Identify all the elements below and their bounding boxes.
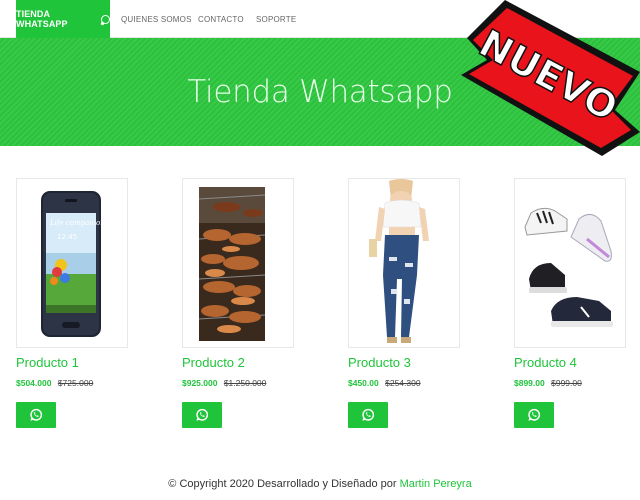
product-price: $899.00 (514, 378, 545, 388)
whatsapp-order-button[interactable] (348, 402, 388, 428)
nav-link-soporte[interactable]: SOPORTE (256, 0, 296, 38)
phone-screen-time: 12:45 (57, 233, 77, 241)
product-old-price: $1.250.000 (223, 378, 267, 388)
nav-brand-label: TIENDA WHATSAPP (16, 9, 68, 29)
product-title[interactable]: Producto 4 (514, 355, 626, 373)
product-image-phone[interactable]: Life companion 12:45 (16, 178, 128, 348)
product-card[interactable]: Life companion 12:45 Producto 1 $504.000… (16, 178, 128, 428)
product-card[interactable]: Producto 3 $450.00 $254.300 (348, 178, 460, 428)
footer: © Copyright 2020 Desarrollado y Diseñado… (0, 478, 640, 490)
product-image-sneakers[interactable] (514, 178, 626, 348)
price-row: $925.000 $1.250.000 (182, 378, 294, 390)
whatsapp-icon (101, 14, 110, 24)
product-image-asado[interactable] (182, 178, 294, 348)
nav-brand[interactable]: TIENDA WHATSAPP (16, 0, 110, 38)
phone-screen-tagline: Life companion (49, 219, 105, 227)
whatsapp-order-button[interactable] (182, 402, 222, 428)
whatsapp-icon (196, 408, 209, 421)
whatsapp-order-button[interactable] (514, 402, 554, 428)
product-title[interactable]: Producto 1 (16, 355, 128, 373)
nav-link-contacto[interactable]: CONTACTO (198, 0, 244, 38)
nuevo-badge: NUEVO (445, 0, 640, 158)
whatsapp-icon (528, 408, 541, 421)
product-old-price: $254.300 (385, 378, 421, 388)
product-image-jeans-outfit[interactable] (348, 178, 460, 348)
product-card[interactable]: Producto 2 $925.000 $1.250.000 (182, 178, 294, 428)
product-price: $925.000 (182, 378, 218, 388)
footer-copyright: © Copyright 2020 Desarrollado y Diseñado… (168, 478, 397, 490)
product-card[interactable]: Producto 4 $899.00 $999.00 (514, 178, 626, 428)
footer-author-link[interactable]: Martin Pereyra (400, 478, 472, 490)
product-price: $450.00 (348, 378, 379, 388)
price-row: $899.00 $999.00 (514, 378, 626, 390)
product-title[interactable]: Producto 3 (348, 355, 460, 373)
product-old-price: $725.000 (57, 378, 94, 388)
product-title[interactable]: Producto 2 (182, 355, 294, 373)
whatsapp-icon (30, 408, 43, 421)
whatsapp-icon (362, 408, 375, 421)
whatsapp-order-button[interactable] (16, 402, 56, 428)
price-row: $504.000 $725.000 (16, 378, 128, 390)
nav-link-quienes-somos[interactable]: QUIENES SOMOS (121, 0, 192, 38)
product-price: $504.000 (16, 378, 52, 388)
price-row: $450.00 $254.300 (348, 378, 460, 390)
product-old-price: $999.00 (551, 378, 582, 388)
